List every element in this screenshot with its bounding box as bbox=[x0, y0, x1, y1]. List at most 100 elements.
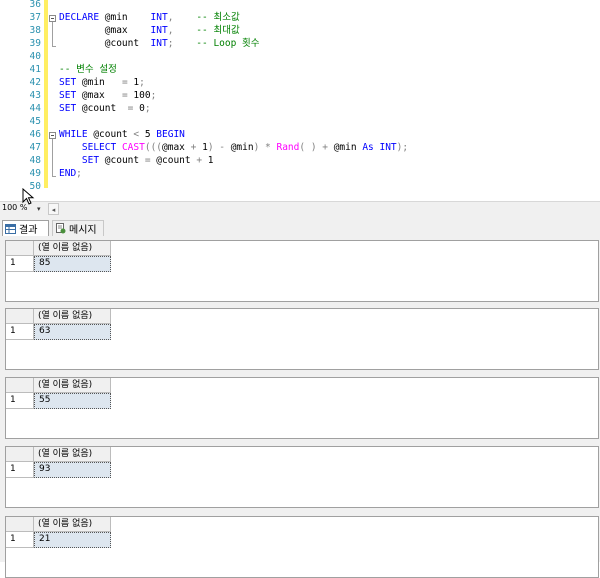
grid-corner[interactable] bbox=[6, 309, 34, 324]
editor-status-bar: 100 % ▾ ◂ bbox=[0, 201, 600, 218]
code-token: ) * bbox=[253, 142, 277, 153]
column-header[interactable]: (열 이름 없음) bbox=[34, 241, 111, 256]
code-line[interactable]: SET @count = 0; bbox=[59, 102, 151, 115]
tab-messages-label: 메시지 bbox=[69, 225, 97, 236]
code-token: Rand bbox=[276, 142, 300, 153]
grid-icon bbox=[5, 223, 16, 234]
code-token: ( ) + bbox=[299, 142, 334, 153]
code-token: -- 최소값 bbox=[173, 12, 240, 23]
code-line[interactable]: SET @min = 1; bbox=[59, 76, 145, 89]
code-token: As bbox=[362, 142, 380, 153]
result-cell[interactable]: 21 bbox=[34, 532, 111, 548]
collapse-icon[interactable] bbox=[49, 15, 56, 22]
column-header[interactable]: (열 이름 없음) bbox=[34, 378, 111, 393]
code-token: + bbox=[196, 155, 208, 166]
fold-guide bbox=[52, 22, 53, 46]
code-token: -- Loop 횟수 bbox=[173, 38, 260, 49]
code-line[interactable]: DECLARE @min INT, -- 최소값 bbox=[59, 11, 240, 24]
results-pane: (열 이름 없음) 1 85 (열 이름 없음) 1 63 (열 이름 없음) 1 55 (열 이… bbox=[0, 238, 600, 578]
code-line[interactable]: @count INT; -- Loop 횟수 bbox=[59, 37, 260, 50]
collapse-icon[interactable] bbox=[49, 132, 56, 139]
code-token: ); bbox=[396, 142, 409, 153]
line-number: 46 bbox=[29, 129, 41, 140]
grid-corner[interactable] bbox=[6, 241, 34, 256]
code-line[interactable]: SET @max = 100; bbox=[59, 89, 156, 102]
grid-corner[interactable] bbox=[6, 447, 34, 462]
result-grid[interactable]: (열 이름 없음) 1 55 bbox=[5, 377, 599, 439]
code-token: INT bbox=[150, 38, 168, 49]
result-cell[interactable]: 63 bbox=[34, 324, 111, 340]
row-header[interactable]: 1 bbox=[6, 462, 34, 478]
code-token: 1 bbox=[207, 155, 214, 166]
code-token: 5 bbox=[144, 129, 157, 140]
column-header[interactable]: (열 이름 없음) bbox=[34, 447, 111, 462]
code-token: = bbox=[144, 155, 157, 166]
code-line[interactable]: SELECT CAST(((@max + 1) - @min) * Rand( … bbox=[59, 141, 408, 154]
code-line[interactable]: @max INT, -- 최대값 bbox=[59, 24, 240, 37]
code-token: @count bbox=[87, 129, 134, 140]
mouse-cursor-icon bbox=[22, 188, 35, 205]
fold-guide bbox=[52, 139, 53, 176]
tab-messages[interactable]: 메시지 bbox=[52, 220, 104, 236]
code-token: @max bbox=[162, 142, 191, 153]
result-cell[interactable]: 85 bbox=[34, 256, 111, 272]
line-number: 43 bbox=[29, 90, 41, 101]
code-token: @count bbox=[99, 155, 145, 166]
grid-corner[interactable] bbox=[6, 378, 34, 393]
column-header[interactable]: (열 이름 없음) bbox=[34, 309, 111, 324]
row-header[interactable]: 1 bbox=[6, 256, 34, 272]
code-token: @count bbox=[156, 155, 197, 166]
code-token: -- 최대값 bbox=[173, 25, 240, 36]
code-line[interactable]: END; bbox=[59, 167, 82, 180]
code-token: SET bbox=[59, 103, 77, 114]
code-line[interactable]: -- 변수 설정 bbox=[59, 63, 117, 76]
message-icon bbox=[56, 223, 66, 234]
result-grid[interactable]: (열 이름 없음) 1 21 bbox=[5, 516, 599, 578]
code-token: @min bbox=[76, 77, 122, 88]
code-token: ) - bbox=[207, 142, 231, 153]
code-token: END bbox=[59, 168, 77, 179]
code-token: CAST bbox=[121, 142, 145, 153]
code-token: @min bbox=[99, 12, 151, 23]
result-grid[interactable]: (열 이름 없음) 1 85 bbox=[5, 240, 599, 302]
code-token: @count bbox=[59, 38, 151, 49]
line-number: 49 bbox=[29, 168, 41, 179]
code-token: SELECT bbox=[81, 142, 117, 153]
changed-lines-marker bbox=[44, 0, 48, 188]
code-token: ; bbox=[139, 77, 145, 88]
results-tabstrip: 결과 메시지 bbox=[0, 218, 600, 239]
line-number: 45 bbox=[29, 116, 41, 127]
row-header[interactable]: 1 bbox=[6, 393, 34, 409]
code-token: SET bbox=[59, 90, 77, 101]
grid-corner[interactable] bbox=[6, 517, 34, 532]
line-number: 48 bbox=[29, 155, 41, 166]
code-token: SET bbox=[59, 77, 77, 88]
line-number-gutter: 36 37 38 39 40 41 42 43 44 45 46 47 48 49 50 bbox=[0, 0, 44, 201]
code-token: WHILE bbox=[59, 129, 88, 140]
row-header[interactable]: 1 bbox=[6, 532, 34, 548]
arrow-left-icon[interactable]: ◂ bbox=[48, 203, 59, 215]
result-grid[interactable]: (열 이름 없음) 1 63 bbox=[5, 308, 599, 370]
tab-results[interactable]: 결과 bbox=[2, 220, 49, 236]
result-grid[interactable]: (열 이름 없음) 1 93 bbox=[5, 446, 599, 508]
line-number: 41 bbox=[29, 64, 41, 75]
code-token: @min bbox=[230, 142, 254, 153]
tab-results-label: 결과 bbox=[19, 225, 38, 236]
row-header[interactable]: 1 bbox=[6, 324, 34, 340]
result-cell[interactable]: 93 bbox=[34, 462, 111, 478]
code-line[interactable]: WHILE @count < 5 BEGIN bbox=[59, 128, 185, 141]
sql-editor[interactable]: 36 37 38 39 40 41 42 43 44 45 46 47 48 49 50 DECLARE @… bbox=[0, 0, 600, 201]
result-cell[interactable]: 55 bbox=[34, 393, 111, 409]
chevron-down-icon[interactable]: ▾ bbox=[37, 205, 45, 214]
line-number: 40 bbox=[29, 51, 41, 62]
code-token: ; bbox=[76, 168, 82, 179]
code-line[interactable]: SET @count = @count + 1 bbox=[59, 154, 214, 167]
fold-guide-end bbox=[52, 46, 56, 47]
code-token: ; bbox=[150, 90, 157, 101]
code-token: = bbox=[121, 77, 134, 88]
code-token: @min bbox=[333, 142, 363, 153]
code-token: 100 bbox=[133, 90, 151, 101]
column-header[interactable]: (열 이름 없음) bbox=[34, 517, 111, 532]
